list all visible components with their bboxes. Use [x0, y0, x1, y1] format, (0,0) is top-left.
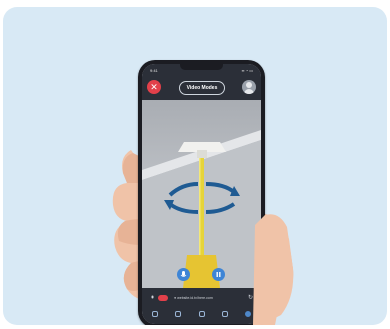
toolbar-camera-icon[interactable] — [175, 311, 182, 317]
mic-button[interactable] — [177, 268, 190, 281]
pause-icon — [216, 272, 221, 277]
top-bar: ✕ Video Modes — [142, 76, 261, 100]
phone-screen: 9:41 ▪▪ ◔ ▭ ✕ Video Modes ● website.id.t… — [142, 64, 261, 324]
close-button[interactable]: ✕ — [147, 80, 161, 94]
session-url[interactable]: ● website.id.tv/here.com — [174, 296, 213, 300]
close-icon: ✕ — [150, 82, 158, 92]
hero-card: 9:41 ▪▪ ◔ ▭ ✕ Video Modes ● website.id.t… — [3, 7, 387, 325]
mic-muted-icon — [151, 295, 154, 299]
pause-button[interactable] — [212, 268, 225, 281]
call-info-row: ● website.id.tv/here.com ↻ — [148, 294, 255, 303]
toolbar-settings-icon[interactable] — [221, 311, 228, 317]
bottom-bar: ● website.id.tv/here.com ↻ — [142, 288, 261, 324]
recording-badge — [158, 295, 168, 301]
phone-notch — [180, 64, 223, 70]
avatar-button[interactable] — [242, 80, 256, 94]
ar-camera-view — [142, 100, 261, 288]
video-modes-button[interactable]: Video Modes — [179, 81, 225, 95]
toolbar-home-icon[interactable] — [245, 311, 251, 317]
status-icons: ▪▪ ◔ ▭ — [241, 68, 253, 73]
toolbar-chat-icon[interactable] — [152, 311, 158, 317]
phone-frame: 9:41 ▪▪ ◔ ▭ ✕ Video Modes ● website.id.t… — [138, 60, 265, 325]
mic-icon — [180, 271, 187, 277]
thumb — [253, 214, 294, 325]
avatar-icon — [246, 82, 252, 88]
toolbar — [152, 310, 251, 318]
status-time: 9:41 — [150, 68, 158, 73]
avatar-icon-body — [244, 89, 254, 94]
toolbar-share-icon[interactable] — [198, 311, 205, 317]
video-modes-label: Video Modes — [186, 85, 218, 91]
